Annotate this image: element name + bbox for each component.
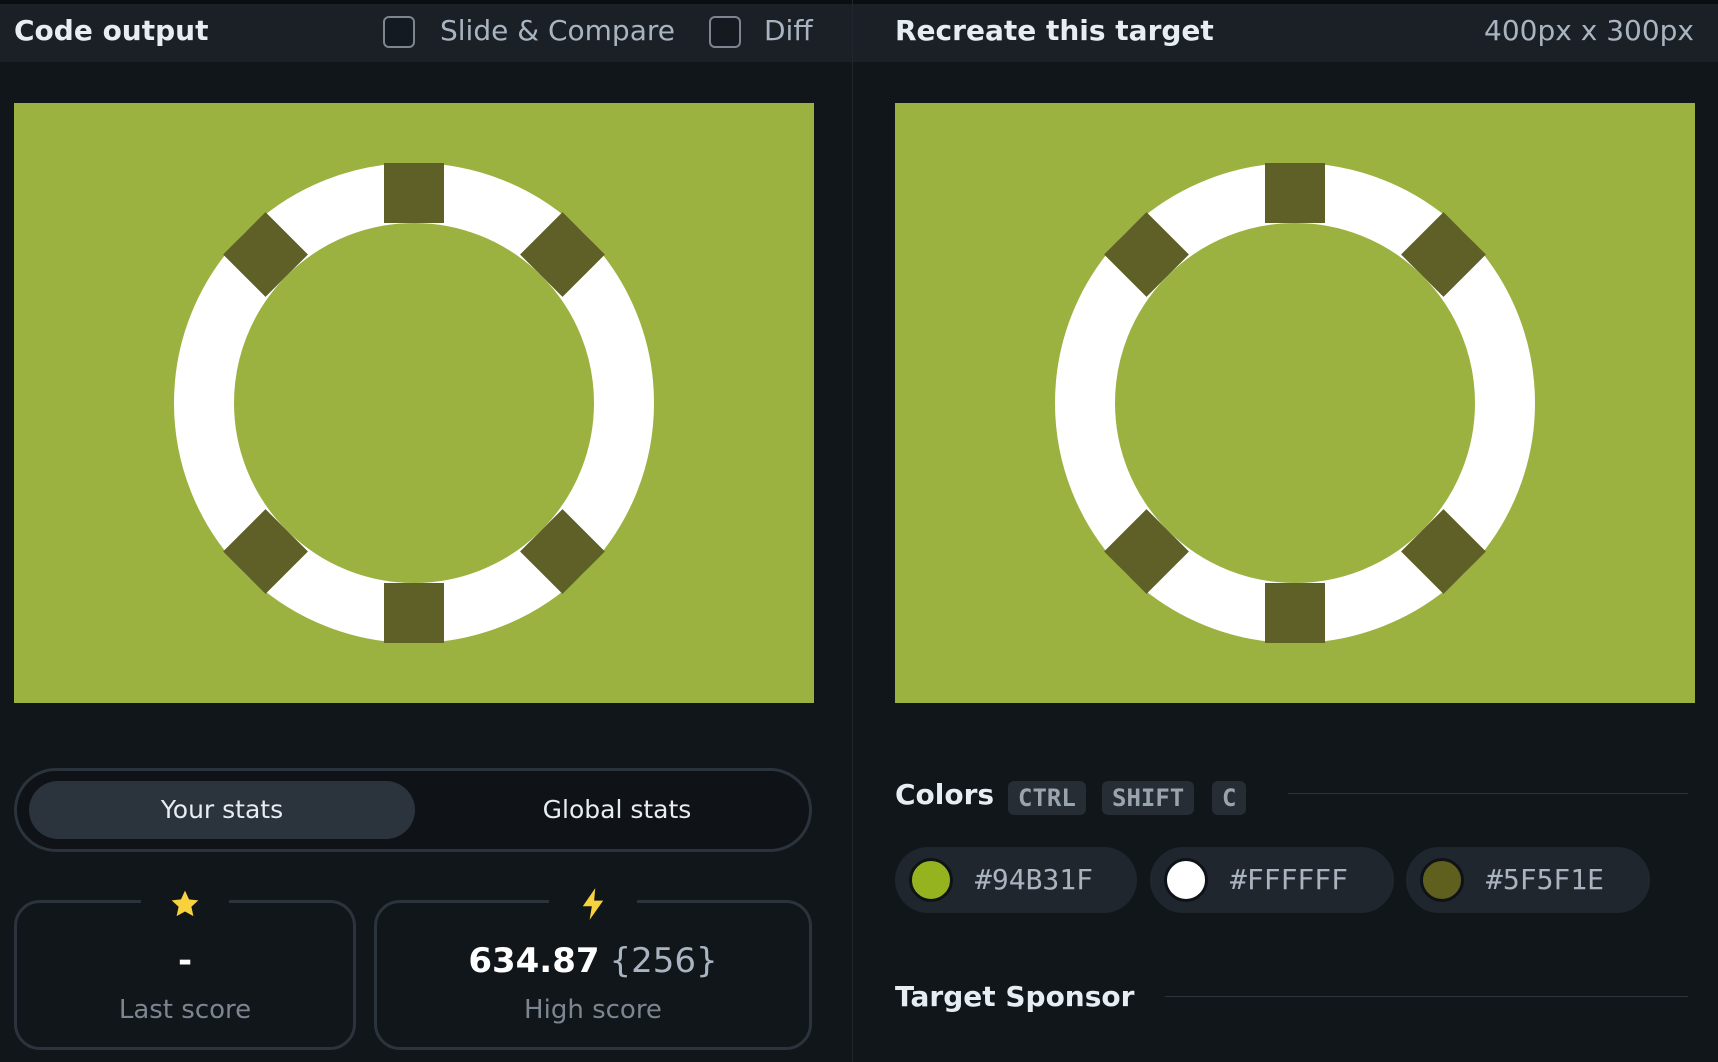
- last-score-card: - Last score: [14, 883, 356, 1050]
- color-swatch-1[interactable]: #94B31F: [895, 847, 1137, 913]
- color-swatch-2[interactable]: #FFFFFF: [1150, 847, 1394, 913]
- lightning-icon: [549, 883, 637, 923]
- color-dot-1: [909, 858, 953, 902]
- target-ring-graphic: [895, 103, 1695, 703]
- kbd-c: C: [1212, 781, 1247, 815]
- code-output-title: Code output: [14, 14, 209, 47]
- color-hex-3: #5F5F1E: [1486, 863, 1605, 896]
- colors-title: Colors: [895, 778, 995, 811]
- diff-label[interactable]: Diff: [764, 14, 813, 47]
- sponsor-divider: [1165, 996, 1688, 997]
- color-dot-3: [1420, 858, 1464, 902]
- high-score-chars: {256}: [609, 941, 718, 981]
- output-ring-graphic: [14, 103, 814, 703]
- slide-compare-checkbox[interactable]: [383, 16, 415, 48]
- slide-compare-label[interactable]: Slide & Compare: [440, 14, 675, 47]
- kbd-ctrl: CTRL: [1008, 781, 1086, 815]
- star-icon: [141, 883, 229, 923]
- color-dot-2: [1164, 858, 1208, 902]
- diff-checkbox[interactable]: [709, 16, 741, 48]
- last-score-label: Last score: [118, 995, 252, 1025]
- color-hex-2: #FFFFFF: [1230, 863, 1349, 896]
- target-canvas: [895, 103, 1695, 703]
- tab-global-stats[interactable]: Global stats: [432, 781, 802, 839]
- target-panel: Recreate this target 400px x 300px Color…: [853, 0, 1718, 1062]
- stats-toggle: Your stats Global stats: [14, 768, 812, 852]
- color-hex-1: #94B31F: [975, 863, 1094, 896]
- target-size: 400px x 300px: [1484, 14, 1694, 47]
- colors-divider: [1288, 793, 1688, 794]
- target-title: Recreate this target: [895, 14, 1214, 47]
- high-score-label: High score: [524, 995, 662, 1025]
- target-header: Recreate this target 400px x 300px: [853, 0, 1718, 62]
- code-output-panel: Code output Slide & Compare Diff Your st…: [0, 0, 852, 1062]
- target-sponsor-title: Target Sponsor: [895, 980, 1135, 1013]
- color-swatch-3[interactable]: #5F5F1E: [1406, 847, 1650, 913]
- code-output-canvas[interactable]: [14, 103, 814, 703]
- kbd-shift: SHIFT: [1102, 781, 1195, 815]
- high-score-number: 634.87: [468, 941, 600, 981]
- high-score-value: 634.87 {256}: [377, 941, 809, 981]
- tab-your-stats[interactable]: Your stats: [29, 781, 415, 839]
- high-score-card: 634.87 {256} High score: [374, 883, 812, 1050]
- code-output-header: Code output Slide & Compare Diff: [0, 0, 852, 62]
- last-score-value: -: [177, 941, 193, 981]
